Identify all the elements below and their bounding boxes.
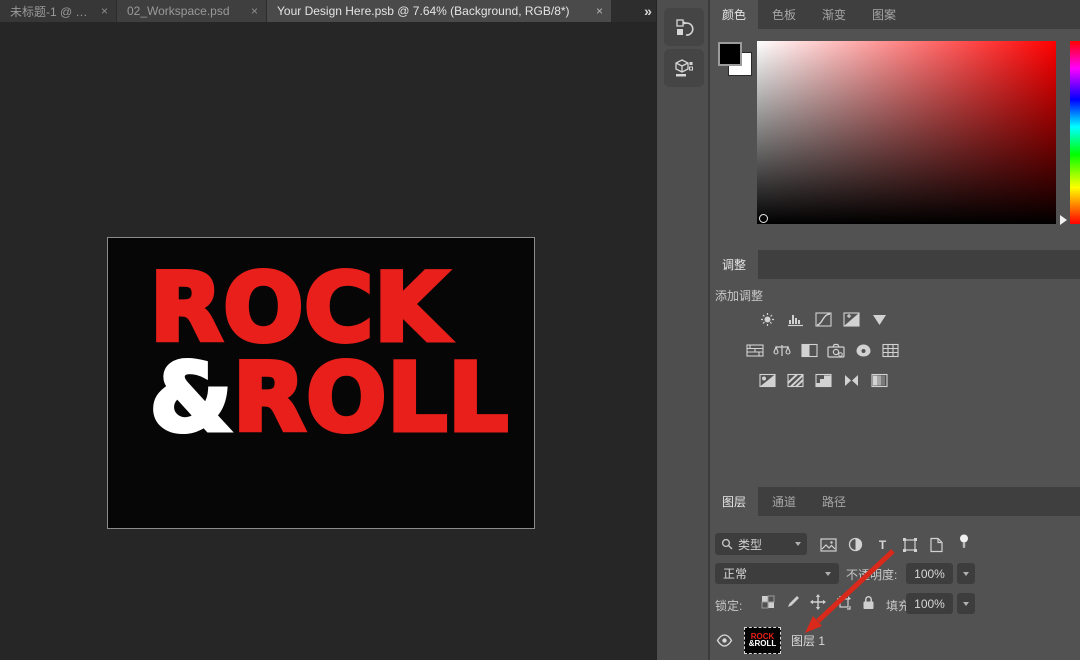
black-white-icon[interactable]	[800, 342, 818, 358]
color-lookup-icon[interactable]	[881, 342, 899, 358]
layers-panel-tabs: 图层 通道 路径	[710, 487, 1080, 516]
photo-filter-icon[interactable]	[827, 342, 845, 358]
opacity-dropdown-button[interactable]	[957, 563, 975, 584]
vibrance-icon[interactable]	[870, 311, 888, 327]
threshold-icon[interactable]	[814, 372, 832, 388]
rock-and-roll-artwork: ROCK &ROLL	[150, 264, 509, 444]
right-panel: 颜色 色板 渐变 图案 调整 添加调整	[710, 0, 1080, 660]
exposure-icon[interactable]	[842, 311, 860, 327]
hue-saturation-icon[interactable]	[746, 342, 764, 358]
lock-image-pixels-icon[interactable]	[785, 594, 801, 610]
add-adjustment-label: 添加调整	[715, 287, 763, 304]
adjustment-layer-filter-icon[interactable]	[847, 536, 864, 553]
tab-label: 02_Workspace.psd	[127, 4, 230, 18]
chevron-down-icon	[963, 572, 969, 576]
color-balance-icon[interactable]	[773, 342, 791, 358]
properties-icon	[673, 57, 695, 79]
tab-adjustments[interactable]: 调整	[710, 250, 758, 279]
saturation-brightness-field[interactable]	[757, 41, 1056, 224]
tab-document-untitled[interactable]: 未标题-1 @ 40... ×	[0, 0, 116, 22]
layer-name: 图层 1	[791, 632, 825, 649]
chevron-down-icon	[963, 602, 969, 606]
tab-patterns[interactable]: 图案	[860, 0, 908, 29]
hue-slider[interactable]	[1070, 41, 1080, 224]
tab-swatches[interactable]: 色板	[760, 0, 808, 29]
filter-toggle-icon[interactable]	[955, 533, 972, 550]
blend-mode-dropdown[interactable]: 正常	[715, 563, 839, 584]
properties-panel-button[interactable]	[664, 49, 704, 87]
opacity-value-field[interactable]: 100%	[906, 563, 953, 584]
tab-color[interactable]: 颜色	[710, 0, 758, 29]
lock-label: 锁定:	[715, 597, 742, 614]
layer-visibility-toggle[interactable]	[710, 634, 738, 647]
posterize-icon[interactable]	[786, 372, 804, 388]
blend-mode-value: 正常	[723, 565, 747, 582]
layer-filter-icons: T	[820, 536, 972, 553]
tab-overflow-chevron-icon[interactable]: »	[637, 1, 657, 21]
color-field-cursor[interactable]	[759, 214, 768, 223]
document-tabbar: 未标题-1 @ 40... × 02_Workspace.psd × Your …	[0, 0, 656, 22]
hue-slider-arrow-icon[interactable]	[1060, 215, 1067, 225]
photoshop-window: { "window": { "tabs": [ { "label": "未标题-…	[0, 0, 1080, 660]
design-ampersand: &	[150, 344, 233, 453]
invert-icon[interactable]	[758, 372, 776, 388]
fill-value-field[interactable]: 100%	[906, 593, 953, 614]
design-line1: ROCK	[150, 264, 509, 354]
collapsed-panels-strip	[656, 0, 710, 660]
chevron-down-icon	[795, 542, 801, 546]
tab-paths[interactable]: 路径	[810, 487, 858, 516]
smart-object-filter-icon[interactable]	[928, 536, 945, 553]
adjustment-icons-row2	[746, 342, 899, 358]
lock-all-icon[interactable]	[860, 594, 876, 610]
lock-position-icon[interactable]	[810, 594, 826, 610]
document-canvas[interactable]: ROCK &ROLL	[107, 237, 535, 529]
tab-document-your-design-active[interactable]: Your Design Here.psb @ 7.64% (Background…	[267, 0, 611, 22]
selective-color-icon[interactable]	[870, 372, 888, 388]
curves-icon[interactable]	[814, 311, 832, 327]
tab-layers[interactable]: 图层	[710, 487, 758, 516]
close-icon[interactable]: ×	[92, 4, 108, 18]
kind-label: 类型	[738, 536, 762, 553]
pixel-layer-filter-icon[interactable]	[820, 536, 837, 553]
lock-transparent-pixels-icon[interactable]	[760, 594, 776, 610]
layer-thumbnail[interactable]: ROCK &ROLL	[744, 627, 781, 654]
shape-layer-filter-icon[interactable]	[901, 536, 918, 553]
adjustment-icons-row3	[758, 372, 888, 388]
adjustments-panel-tabs: 调整	[710, 250, 1080, 279]
foreground-color-swatch[interactable]	[718, 42, 742, 66]
fill-dropdown-button[interactable]	[957, 593, 975, 614]
color-panel-tabs: 颜色 色板 渐变 图案	[710, 0, 1080, 29]
tab-channels[interactable]: 通道	[760, 487, 808, 516]
close-icon[interactable]: ×	[587, 4, 603, 18]
lock-artboard-icon[interactable]	[835, 594, 851, 610]
layer-filter-kind-dropdown[interactable]: 类型	[715, 533, 807, 555]
tab-label: 未标题-1 @ 40...	[10, 3, 92, 20]
design-line2: &ROLL	[150, 354, 509, 444]
lock-buttons	[760, 594, 876, 610]
tab-label: Your Design Here.psb @ 7.64% (Background…	[277, 4, 570, 18]
gradient-map-icon[interactable]	[842, 372, 860, 388]
channel-mixer-icon[interactable]	[854, 342, 872, 358]
type-layer-filter-icon[interactable]: T	[874, 536, 891, 553]
eye-icon	[716, 634, 733, 647]
chevron-down-icon	[825, 572, 831, 576]
tab-document-workspace[interactable]: 02_Workspace.psd ×	[117, 0, 266, 22]
history-panel-button[interactable]	[664, 8, 704, 46]
adjustment-icons-row1	[758, 311, 888, 327]
brightness-contrast-icon[interactable]	[758, 311, 776, 327]
thumb-line2: &ROLL	[749, 640, 777, 647]
levels-icon[interactable]	[786, 311, 804, 327]
opacity-label: 不透明度:	[846, 566, 897, 583]
tab-gradients[interactable]: 渐变	[810, 0, 858, 29]
close-icon[interactable]: ×	[242, 4, 258, 18]
search-icon	[721, 538, 733, 550]
history-icon	[673, 16, 695, 38]
layer-row[interactable]: ROCK &ROLL 图层 1	[710, 622, 1080, 658]
